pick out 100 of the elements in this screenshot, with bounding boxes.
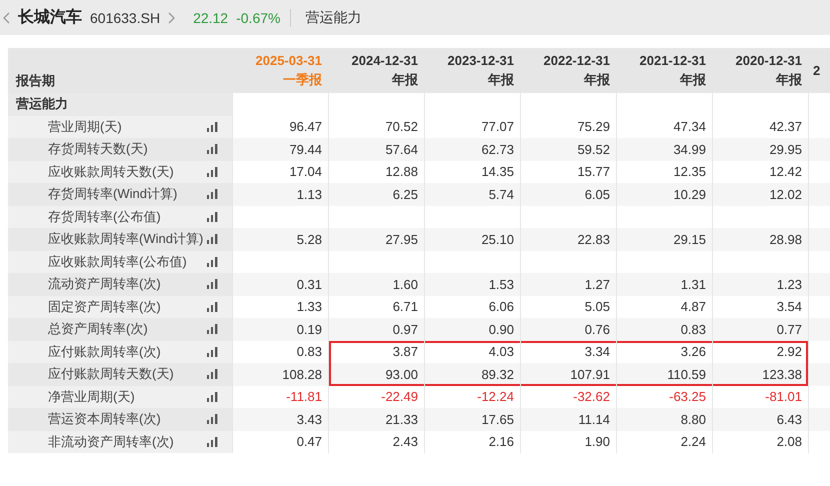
row-label: 流动资产周转率(次) xyxy=(48,275,161,294)
column-header: 报告期 xyxy=(16,72,55,90)
row-label: 营业周期(天) xyxy=(48,118,122,136)
table-cell: 12.02 xyxy=(713,183,809,206)
table-cell: 107.91 xyxy=(521,363,617,386)
report-type: 年报 xyxy=(776,70,802,88)
bar-chart-icon[interactable] xyxy=(207,166,218,177)
table-cell: 2.24 xyxy=(617,430,713,453)
table-cell: 1.23 xyxy=(713,273,809,296)
table-cell: 0.90 xyxy=(425,318,521,340)
table-cell: 21.33 xyxy=(329,408,425,430)
table-cell: 17.65 xyxy=(425,408,521,430)
bar-chart-icon[interactable] xyxy=(207,436,218,447)
table-cell: 27.95 xyxy=(329,228,425,250)
stock-code: 601633.SH xyxy=(90,10,160,26)
bar-chart-icon[interactable] xyxy=(207,189,218,200)
table-cell: 89.32 xyxy=(425,363,521,386)
row-label: 应收账款周转率(Wind计算) xyxy=(48,230,204,248)
table-cell: 0.47 xyxy=(233,430,329,453)
bar-chart-icon[interactable] xyxy=(207,414,218,424)
table-cell: 0.76 xyxy=(521,318,617,340)
table-cell: 0.77 xyxy=(713,318,809,340)
row-label: 应收账款周转天数(天) xyxy=(48,162,174,181)
table-cell: 2.08 xyxy=(713,430,809,453)
table-cell: 0.31 xyxy=(233,273,329,296)
bar-chart-icon[interactable] xyxy=(207,212,218,222)
stock-name: 长城汽车 xyxy=(18,7,82,28)
report-date: 2 xyxy=(813,63,820,78)
table-cell: 11.14 xyxy=(521,408,617,430)
table-cell: 0.83 xyxy=(617,318,713,340)
bar-chart-icon[interactable] xyxy=(207,346,218,357)
row-label: 应付账款周转率(次) xyxy=(48,342,161,361)
report-date: 2024-12-31 xyxy=(352,52,418,68)
bar-chart-icon[interactable] xyxy=(207,256,218,267)
row-label: 存货周转天数(天) xyxy=(48,140,148,158)
table-cell: 1.60 xyxy=(329,273,425,296)
report-date: 2022-12-31 xyxy=(544,52,610,68)
table-cell: 6.05 xyxy=(521,183,617,206)
bar-chart-icon[interactable] xyxy=(207,122,218,132)
table-cell: 1.90 xyxy=(521,430,617,453)
report-type: 一季报 xyxy=(283,70,322,88)
report-type: 年报 xyxy=(392,70,418,88)
bar-chart-icon[interactable] xyxy=(207,302,218,312)
row-label: 存货周转率(公布值) xyxy=(48,208,161,226)
bar-chart-icon[interactable] xyxy=(207,279,218,290)
bar-chart-icon[interactable] xyxy=(207,324,218,334)
row-label: 应付账款周转天数(天) xyxy=(48,365,174,384)
table-cell: 0.97 xyxy=(329,318,425,340)
table-cell: 110.59 xyxy=(617,363,713,386)
table-cell: 79.44 xyxy=(233,138,329,160)
stock-price: 22.12 xyxy=(193,10,228,26)
bar-chart-icon[interactable] xyxy=(207,392,218,402)
price-change: -0.67% xyxy=(236,10,280,26)
report-type: 年报 xyxy=(488,70,514,88)
table-cell: 1.27 xyxy=(521,273,617,296)
report-type: 年报 xyxy=(584,70,610,88)
table-cell: 108.28 xyxy=(233,363,329,386)
table-cell: 1.31 xyxy=(617,273,713,296)
report-date: 2021-12-31 xyxy=(640,52,706,68)
table-cell: 123.38 xyxy=(713,363,809,386)
table-cell: 5.74 xyxy=(425,183,521,206)
table-cell: 6.43 xyxy=(713,408,809,430)
bar-chart-icon[interactable] xyxy=(207,234,218,244)
row-label: 存货周转率(Wind计算) xyxy=(48,185,178,204)
table-cell: 28.98 xyxy=(713,228,809,250)
row-label: 固定资产周转率(次) xyxy=(48,298,161,316)
table-cell: 1.13 xyxy=(233,183,329,206)
table-cell: 59.52 xyxy=(521,138,617,160)
report-type: 年报 xyxy=(680,70,706,88)
table-cell: 6.25 xyxy=(329,183,425,206)
table-cell: 1.53 xyxy=(425,273,521,296)
report-date: 2025-03-31 xyxy=(256,52,322,68)
table-cell: 34.99 xyxy=(617,138,713,160)
bar-chart-icon[interactable] xyxy=(207,144,218,154)
table-cell: 8.80 xyxy=(617,408,713,430)
table-cell: 2.16 xyxy=(425,430,521,453)
table-cell: 10.29 xyxy=(617,183,713,206)
bar-chart-icon[interactable] xyxy=(207,369,218,380)
row-label: 应收账款周转率(公布值) xyxy=(48,252,187,271)
row-label: 非流动资产周转率(次) xyxy=(48,432,174,451)
table-cell: 5.28 xyxy=(233,228,329,250)
table-cell: 2.92 xyxy=(713,340,809,363)
table-cell: 57.64 xyxy=(329,138,425,160)
section-label: 营运能力 xyxy=(8,93,233,116)
row-label: 营运资本周转率(次) xyxy=(48,410,161,428)
table-cell: 62.73 xyxy=(425,138,521,160)
table-cell: 29.15 xyxy=(617,228,713,250)
report-date: 2023-12-31 xyxy=(448,52,514,68)
table-cell: 22.83 xyxy=(521,228,617,250)
table-cell: 3.87 xyxy=(329,340,425,363)
row-label: 净营业周期(天) xyxy=(48,388,135,406)
table-cell: 29.95 xyxy=(713,138,809,160)
table-cell: 2.43 xyxy=(329,430,425,453)
table-cell: 0.19 xyxy=(233,318,329,340)
report-date: 2020-12-31 xyxy=(736,52,802,68)
row-label: 总资产周转率(次) xyxy=(48,320,148,338)
table-cell: 93.00 xyxy=(329,363,425,386)
table-cell: 25.10 xyxy=(425,228,521,250)
table-cell: 3.43 xyxy=(233,408,329,430)
section-title: 营运能力 xyxy=(305,8,362,26)
